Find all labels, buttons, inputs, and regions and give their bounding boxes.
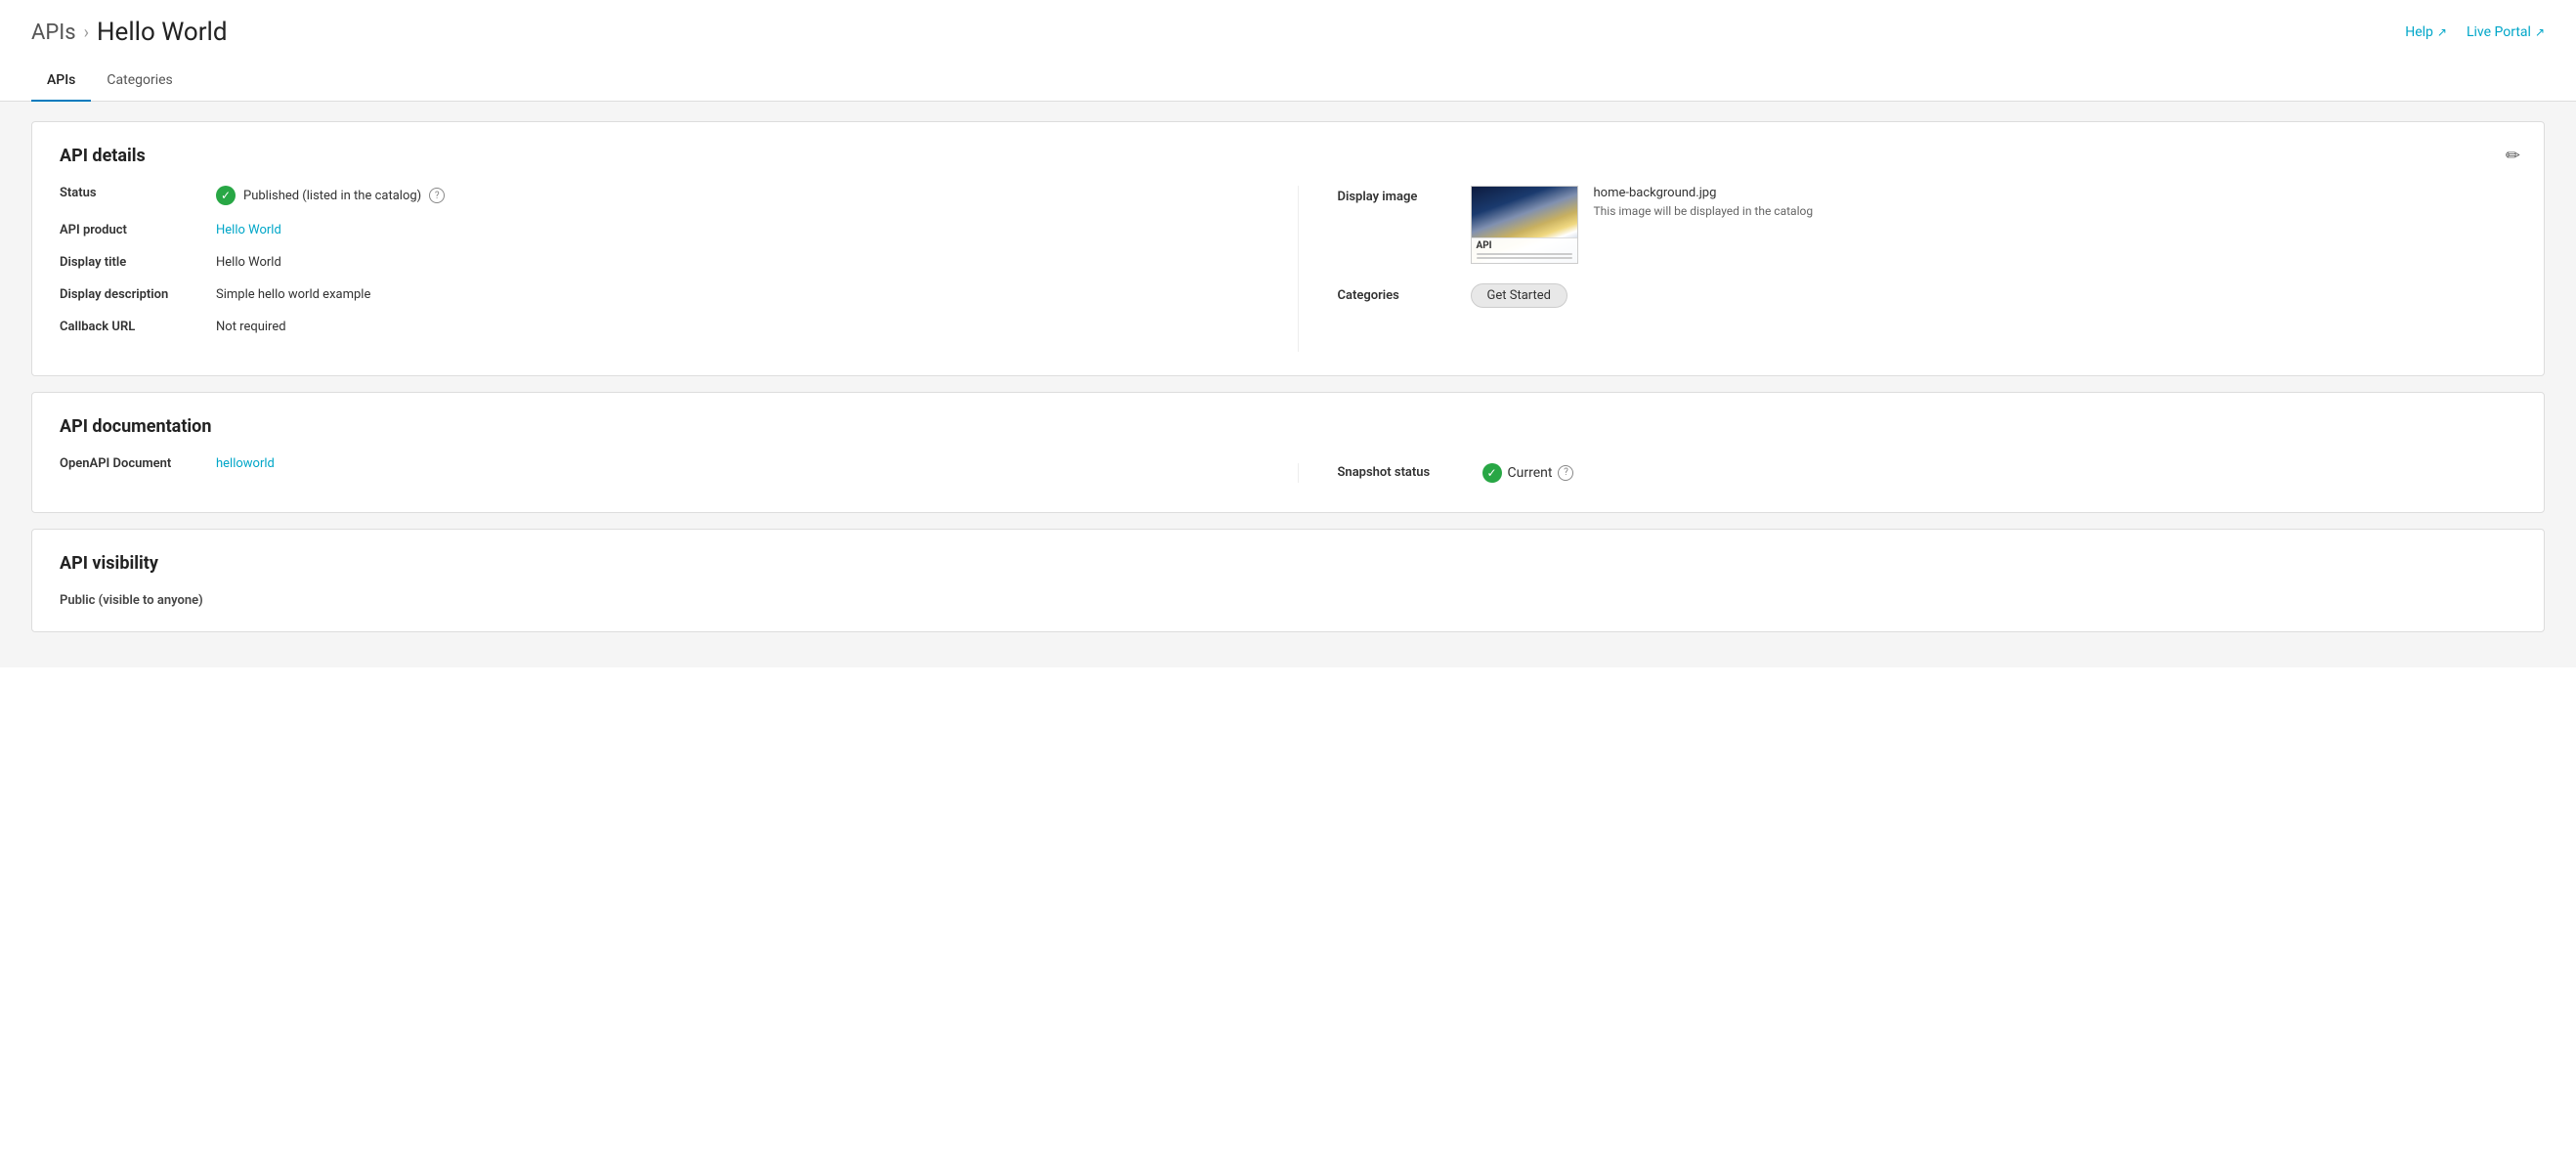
doc-grid: OpenAPI Document helloworld Snapshot sta… (60, 456, 2516, 489)
callback-url-value: Not required (216, 320, 1239, 334)
api-details-title: API details (60, 146, 2516, 166)
status-label: Status (60, 186, 216, 200)
display-title-value: Hello World (216, 255, 1239, 270)
breadcrumb-apis[interactable]: APIs (31, 21, 76, 45)
api-product-label: API product (60, 223, 216, 237)
external-link-icon: ↗ (2437, 25, 2447, 39)
rocket-image: API (1471, 186, 1578, 264)
callback-url-label: Callback URL (60, 320, 216, 334)
openapi-row: OpenAPI Document helloworld (60, 456, 1239, 471)
display-title-row: Display title Hello World (60, 255, 1239, 270)
image-filename: home-background.jpg (1594, 186, 2517, 200)
breadcrumb-current: Hello World (97, 18, 228, 47)
snapshot-check-icon: ✓ (1482, 463, 1502, 483)
display-title-label: Display title (60, 255, 216, 270)
edit-button[interactable]: ✏ (2502, 142, 2524, 170)
snapshot-question-icon[interactable]: ? (1558, 465, 1573, 481)
image-preview-wrapper: API (1471, 186, 1578, 264)
doc-left: OpenAPI Document helloworld (60, 456, 1239, 489)
live-portal-link[interactable]: Live Portal ↗ (2467, 24, 2545, 40)
breadcrumb: APIs › Hello World (31, 18, 228, 47)
callback-url-row: Callback URL Not required (60, 320, 1239, 334)
display-image-section: Display image API (1338, 186, 2517, 264)
api-visibility-title: API visibility (60, 553, 2516, 574)
main-content: ✏ API details Status ✓ Published (listed… (0, 102, 2576, 667)
tab-categories[interactable]: Categories (91, 61, 188, 102)
check-icon: ✓ (216, 186, 236, 205)
display-desc-label: Display description (60, 287, 216, 302)
api-product-value[interactable]: Hello World (216, 223, 1239, 237)
display-desc-value: Simple hello world example (216, 287, 1239, 302)
api-visibility-card: API visibility Public (visible to anyone… (31, 529, 2545, 632)
openapi-label: OpenAPI Document (60, 456, 216, 471)
api-documentation-card: API documentation OpenAPI Document hello… (31, 392, 2545, 513)
status-value: ✓ Published (listed in the catalog) ? (216, 186, 1239, 205)
question-icon[interactable]: ? (429, 188, 445, 203)
image-line-2 (1477, 257, 1572, 259)
snapshot-label: Snapshot status (1338, 465, 1475, 480)
image-api-label: API (1477, 240, 1572, 251)
visibility-value: Public (visible to anyone) (60, 593, 2516, 608)
external-link-icon-2: ↗ (2535, 25, 2545, 39)
help-link[interactable]: Help ↗ (2405, 24, 2447, 40)
image-line-1 (1477, 253, 1572, 255)
top-header: APIs › Hello World Help ↗ Live Portal ↗ (0, 0, 2576, 57)
api-product-row: API product Hello World (60, 223, 1239, 237)
top-links: Help ↗ Live Portal ↗ (2405, 24, 2545, 40)
image-desc: This image will be displayed in the cata… (1594, 204, 2517, 218)
display-image-label: Display image (1338, 186, 1455, 204)
tabs-bar: APIs Categories (0, 61, 2576, 102)
snapshot-section: Snapshot status ✓ Current ? (1338, 463, 2517, 483)
snapshot-value: Current (1508, 465, 1553, 481)
breadcrumb-chevron: › (84, 22, 89, 43)
snapshot-status: ✓ Current ? (1482, 463, 1574, 483)
status-row: Status ✓ Published (listed in the catalo… (60, 186, 1239, 205)
categories-row: Categories Get Started (1338, 283, 2517, 308)
image-info: home-background.jpg This image will be d… (1594, 186, 2517, 218)
tab-apis[interactable]: APIs (31, 61, 91, 102)
category-badge[interactable]: Get Started (1471, 283, 1567, 308)
api-documentation-title: API documentation (60, 416, 2516, 437)
doc-right: Snapshot status ✓ Current ? (1298, 463, 2517, 483)
details-right: Display image API (1298, 186, 2517, 352)
details-grid: Status ✓ Published (listed in the catalo… (60, 186, 2516, 352)
display-desc-row: Display description Simple hello world e… (60, 287, 1239, 302)
details-left: Status ✓ Published (listed in the catalo… (60, 186, 1239, 352)
categories-label: Categories (1338, 288, 1455, 303)
api-details-card: ✏ API details Status ✓ Published (listed… (31, 121, 2545, 376)
openapi-value[interactable]: helloworld (216, 456, 1239, 471)
